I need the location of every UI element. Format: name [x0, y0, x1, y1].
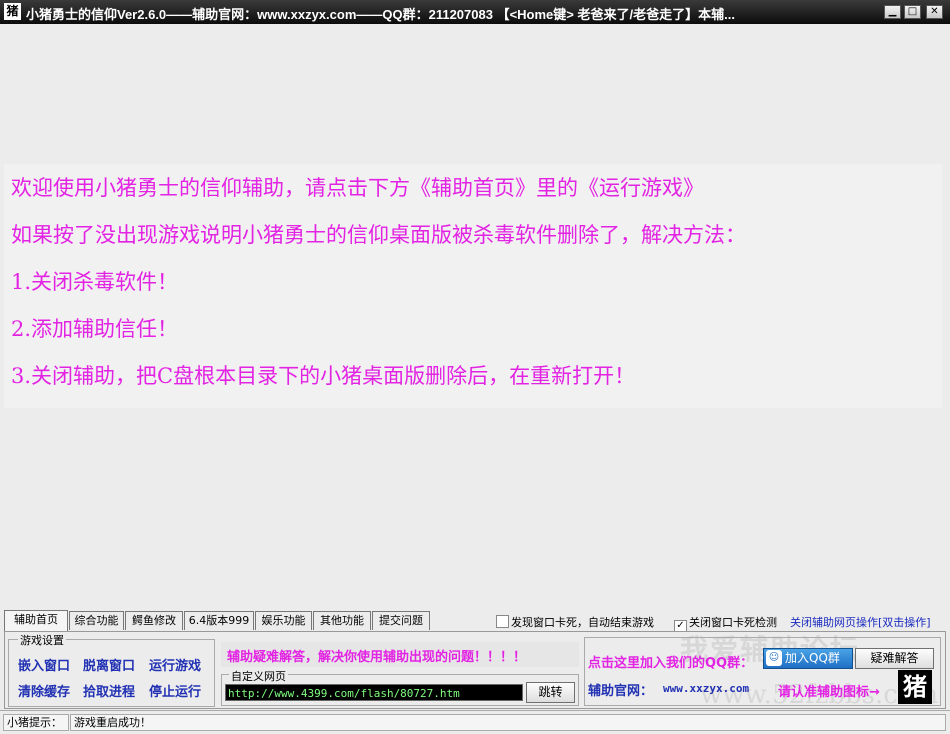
- game-content-area[interactable]: 欢迎使用小猪勇士的信仰辅助，请点击下方《辅助首页》里的《运行游戏》 如果按了没出…: [4, 24, 946, 608]
- tab-submit-issue[interactable]: 提交问题: [372, 611, 430, 630]
- custom-url-input[interactable]: http://www.4399.com/flash/80727.htm: [225, 684, 523, 701]
- title-bar[interactable]: 猪 小猪勇士的信仰Ver2.6.0——辅助官网：www.xxzyx.com——Q…: [0, 0, 950, 24]
- qq-users-icon: ☺: [766, 650, 782, 666]
- official-site-suffix: 官网：: [614, 684, 654, 699]
- clear-cache-button[interactable]: 清除缓存: [18, 681, 70, 700]
- detect-freeze-label: 发现窗口卡死，自动结束游戏: [511, 616, 654, 629]
- pig-app-icon[interactable]: 猪: [4, 3, 21, 20]
- game-settings-title: 游戏设置: [18, 632, 66, 648]
- solution-step-1: 1.关闭杀毒软件！: [11, 270, 179, 294]
- faq-button[interactable]: 疑难解答: [855, 648, 934, 669]
- official-site-label: 辅助官网：: [588, 680, 653, 699]
- solution-step-3: 3.关闭辅助，把C盘根本目录下的小猪桌面版删除后，在重新打开！: [11, 364, 636, 388]
- run-game-button[interactable]: 运行游戏: [149, 655, 201, 674]
- tab-other[interactable]: 其他功能: [313, 611, 371, 630]
- maximize-button[interactable]: □: [904, 5, 921, 19]
- fallback-message: 如果按了没出现游戏说明小猪勇士的信仰桌面版被杀毒软件删除了，解决方法：: [11, 223, 746, 247]
- jump-button[interactable]: 跳转: [526, 682, 575, 703]
- join-qq-group-label: 加入QQ群: [785, 651, 840, 665]
- welcome-message: 欢迎使用小猪勇士的信仰辅助，请点击下方《辅助首页》里的《运行游戏》: [11, 176, 704, 200]
- welcome-message-band: 欢迎使用小猪勇士的信仰辅助，请点击下方《辅助首页》里的《运行游戏》 如果按了没出…: [4, 164, 942, 408]
- pick-process-button[interactable]: 拾取进程: [83, 681, 135, 700]
- status-label: 小猪提示：: [3, 714, 69, 731]
- custom-page-title: 自定义网页: [229, 668, 288, 684]
- tab-version-999[interactable]: 6.4版本999: [184, 611, 254, 630]
- window-title: 小猪勇士的信仰Ver2.6.0——辅助官网：www.xxzyx.com——QQ群…: [26, 7, 735, 22]
- embed-window-button[interactable]: 嵌入窗口: [18, 655, 70, 674]
- help-banner-link[interactable]: 辅助疑难解答，解决你使用辅助出现的问题！！！！: [227, 646, 526, 665]
- official-site-prefix: 辅助: [588, 684, 615, 699]
- detach-window-button[interactable]: 脱离窗口: [83, 655, 135, 674]
- close-button[interactable]: ✕: [926, 5, 943, 19]
- tab-general[interactable]: 综合功能: [69, 611, 124, 630]
- tab-crocodile-mod[interactable]: 鳄鱼修改: [125, 611, 183, 630]
- minimize-button[interactable]: ▁: [884, 5, 901, 19]
- icon-hint-text: 请认准辅助图标→: [778, 685, 880, 700]
- tab-entertainment[interactable]: 娱乐功能: [255, 611, 312, 630]
- qq-group-label: 点击这里加入我们的QQ群：: [588, 656, 754, 671]
- official-site-link[interactable]: www.xxzyx.com: [663, 682, 749, 695]
- status-bar: 小猪提示： 游戏重启成功！: [0, 710, 950, 734]
- detect-freeze-checkbox[interactable]: 发现窗口卡死，自动结束游戏: [496, 614, 654, 630]
- stop-running-button[interactable]: 停止运行: [149, 681, 201, 700]
- tab-home[interactable]: 辅助首页: [4, 610, 68, 631]
- checkbox-unchecked-icon[interactable]: [496, 615, 509, 628]
- join-qq-group-button[interactable]: ☺ 加入QQ群: [763, 648, 853, 669]
- solution-step-2: 2.添加辅助信任！: [11, 317, 179, 341]
- pig-logo-icon: 猪: [898, 670, 932, 704]
- status-message: 游戏重启成功！: [70, 714, 946, 731]
